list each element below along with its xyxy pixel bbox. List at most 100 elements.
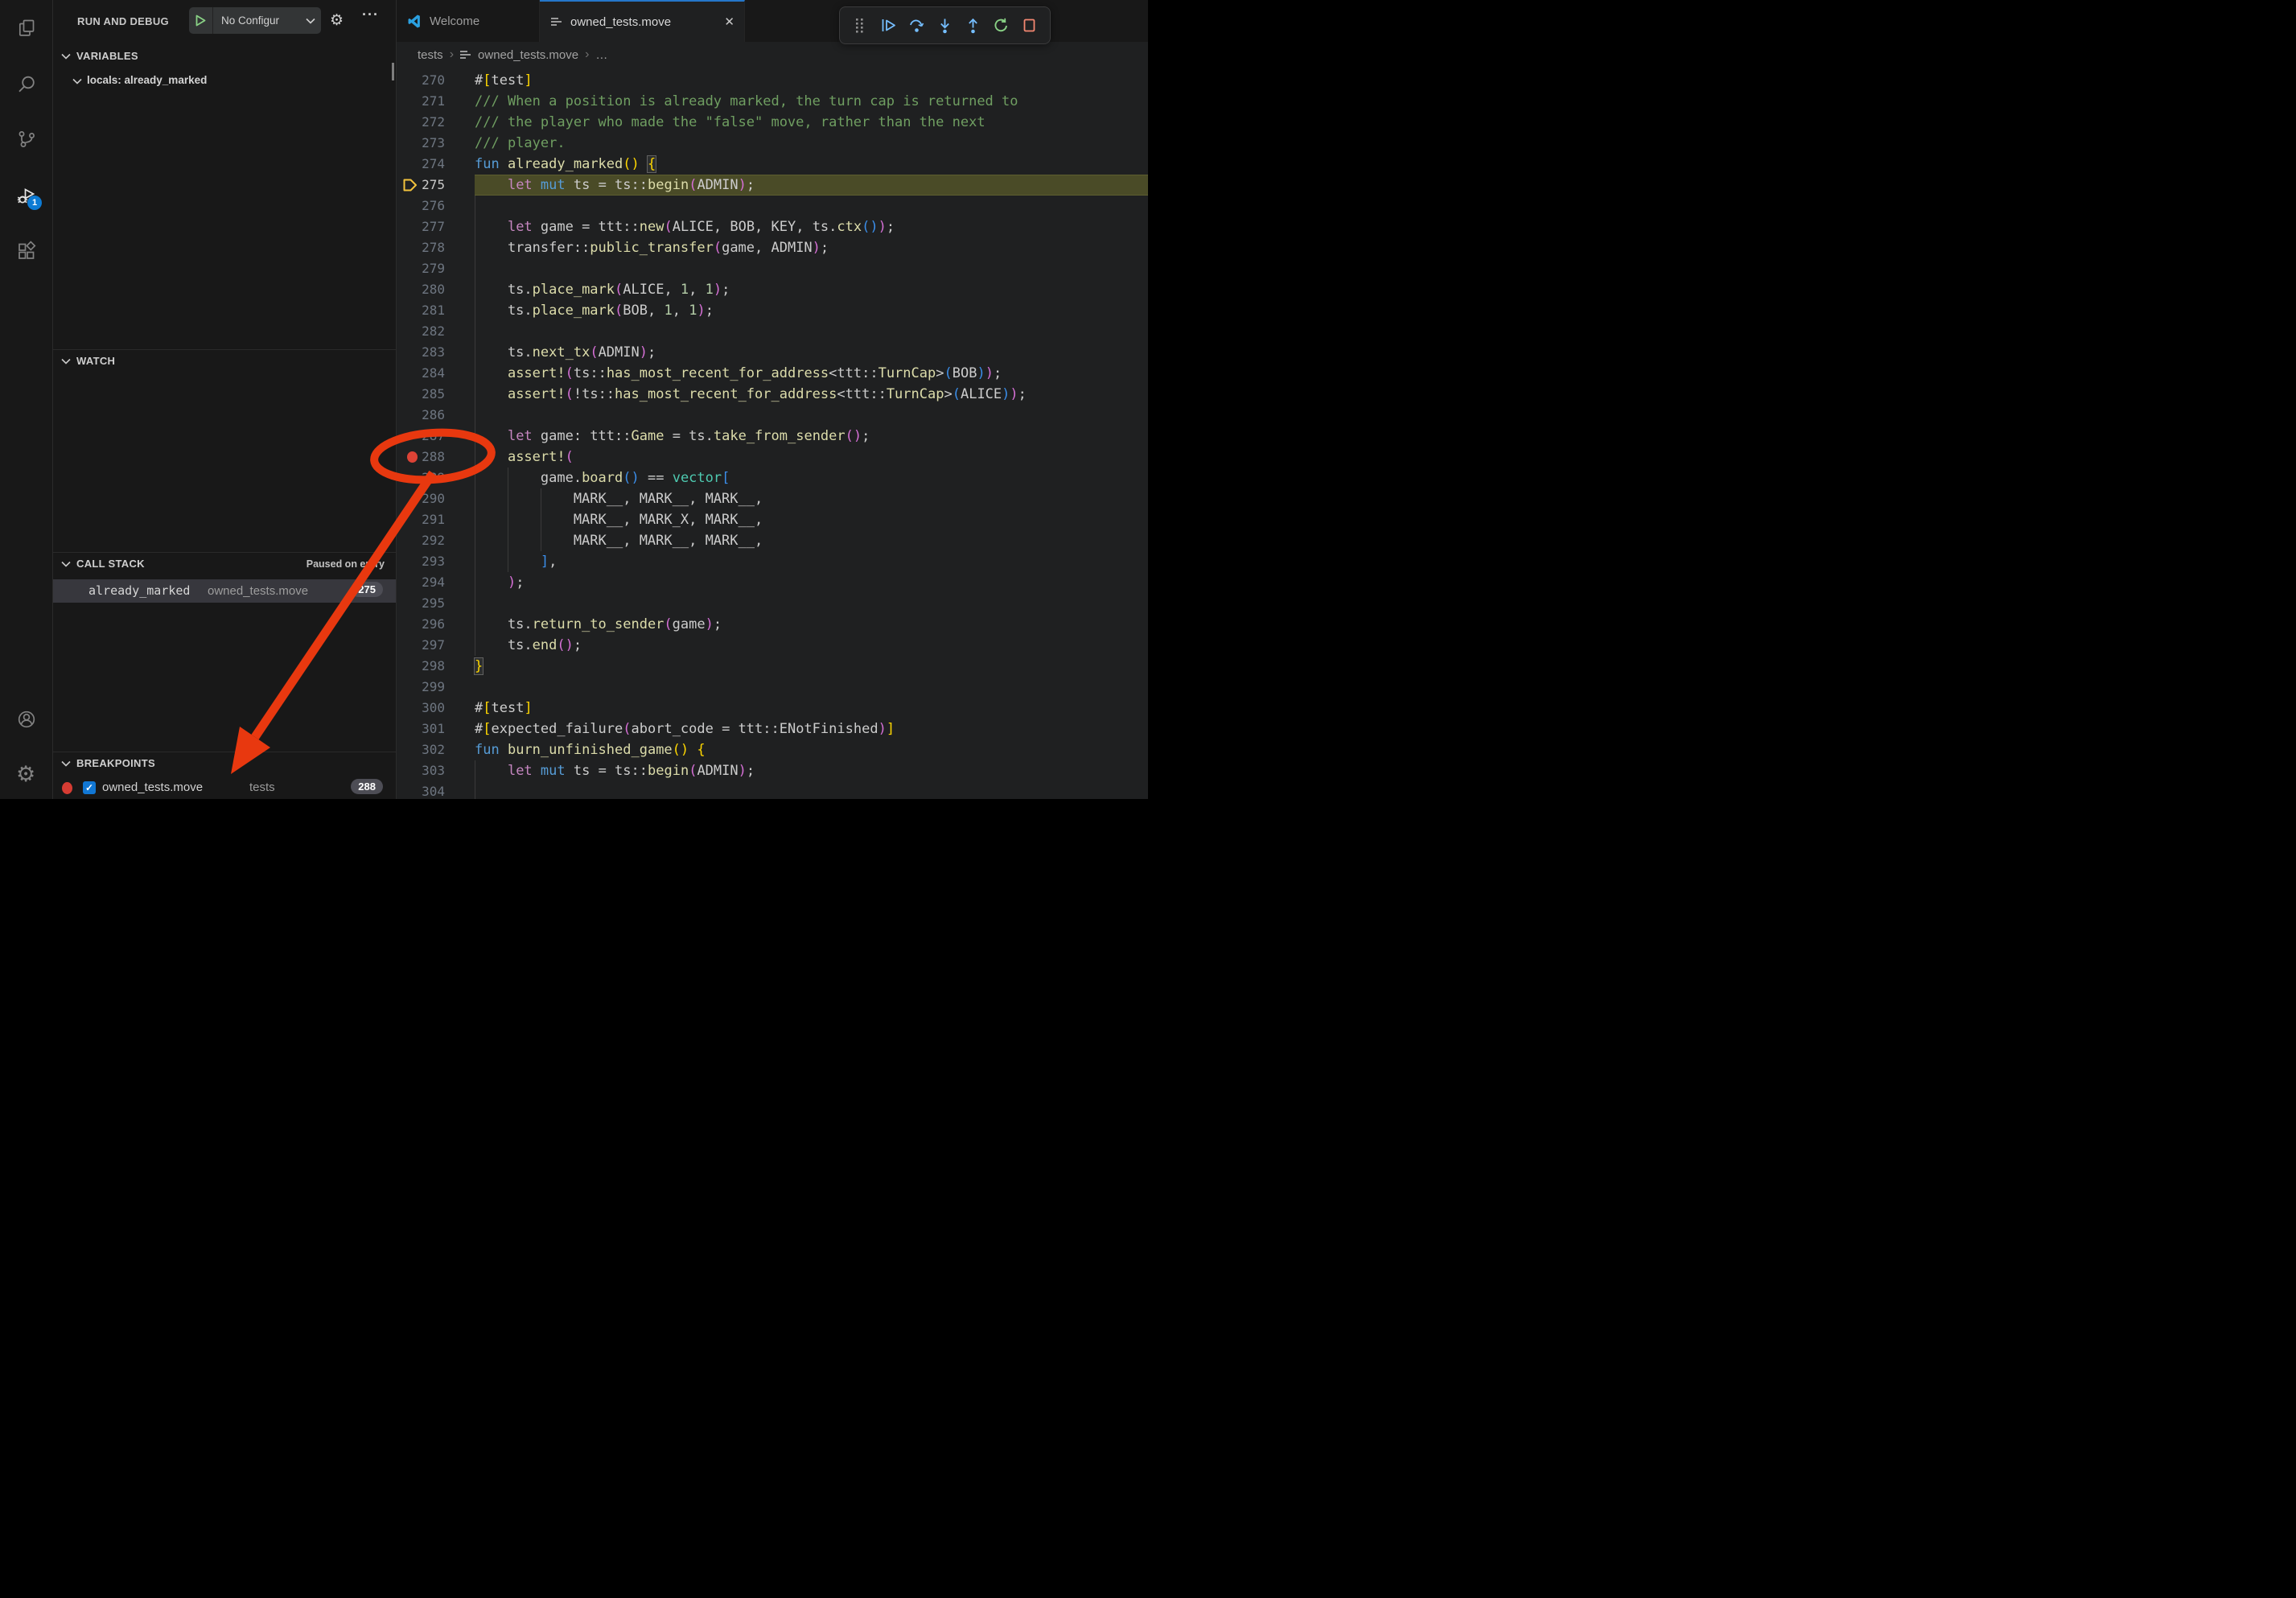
step-into-button[interactable] — [931, 10, 959, 42]
line-number[interactable]: 299 — [397, 677, 475, 698]
code-line-text: ts.next_tx(ADMIN); — [475, 342, 1148, 363]
line-number[interactable]: 300 — [397, 698, 475, 719]
code-line-text — [475, 321, 1148, 342]
code-line: 287 let game: ttt::Game = ts.take_from_s… — [397, 426, 1148, 447]
variables-scope-row[interactable]: locals: already_marked — [53, 71, 396, 92]
code-line-text: ts.return_to_sender(game); — [475, 614, 1148, 635]
line-number[interactable]: 296 — [397, 614, 475, 635]
line-number[interactable]: 303 — [397, 760, 475, 781]
code-editor[interactable]: 270#[test]271/// When a position is alre… — [397, 68, 1148, 799]
line-number[interactable]: 285 — [397, 384, 475, 405]
breakpoint-row[interactable]: ✓ owned_tests.move tests 288 — [53, 777, 396, 799]
code-line-text — [475, 593, 1148, 614]
line-number[interactable]: 270 — [397, 70, 475, 91]
breadcrumb-item[interactable]: owned_tests.move — [478, 48, 578, 62]
breakpoint-dot-icon[interactable] — [407, 451, 418, 463]
line-number[interactable]: 297 — [397, 635, 475, 656]
stop-button[interactable] — [1015, 10, 1043, 42]
line-number[interactable]: 277 — [397, 216, 475, 237]
line-number[interactable]: 274 — [397, 154, 475, 175]
code-line: 290 MARK__, MARK__, MARK__, — [397, 488, 1148, 509]
editor-group: Welcome owned_tests.move ✕ tests › owned… — [397, 0, 1148, 799]
tab-owned-tests-move[interactable]: owned_tests.move ✕ — [540, 0, 745, 42]
step-over-button[interactable] — [903, 10, 931, 42]
breadcrumb-item[interactable]: … — [595, 48, 607, 62]
line-number[interactable]: 295 — [397, 593, 475, 614]
line-number[interactable]: 294 — [397, 572, 475, 593]
step-out-button[interactable] — [959, 10, 987, 42]
call-stack-frame-row[interactable]: already_marked owned_tests.move 275 — [53, 579, 396, 603]
line-number[interactable]: 271 — [397, 91, 475, 112]
chevron-down-icon — [72, 78, 82, 84]
debug-toolbar — [839, 6, 1051, 44]
launch-settings-gear-icon[interactable]: ⚙ — [330, 10, 344, 31]
source-control-icon[interactable] — [16, 129, 37, 150]
account-icon[interactable] — [16, 709, 37, 730]
code-line-text: MARK__, MARK__, MARK__, — [475, 488, 1148, 509]
watch-section-header[interactable]: WATCH — [53, 351, 396, 373]
line-number[interactable]: 287 — [397, 426, 475, 447]
line-number[interactable]: 286 — [397, 405, 475, 426]
variables-section-header[interactable]: VARIABLES — [53, 46, 396, 68]
close-tab-icon[interactable]: ✕ — [724, 14, 734, 29]
code-line-text — [475, 781, 1148, 799]
line-number[interactable]: 293 — [397, 551, 475, 572]
code-line-text: MARK__, MARK_X, MARK__, — [475, 509, 1148, 530]
code-line-text: transfer::public_transfer(game, ADMIN); — [475, 237, 1148, 258]
code-line: 270#[test] — [397, 70, 1148, 91]
breadcrumb: tests › owned_tests.move › … — [397, 42, 1148, 68]
line-number[interactable]: 278 — [397, 237, 475, 258]
code-line: 301#[expected_failure(abort_code = ttt::… — [397, 719, 1148, 739]
chevron-right-icon: › — [450, 47, 454, 62]
line-number[interactable]: 279 — [397, 258, 475, 279]
continue-button[interactable] — [874, 10, 903, 42]
code-line-text: game.board() == vector[ — [475, 467, 1148, 488]
line-number[interactable]: 302 — [397, 739, 475, 760]
settings-gear-icon[interactable]: ⚙ — [16, 764, 37, 785]
line-number[interactable]: 301 — [397, 719, 475, 739]
breakpoint-checkbox[interactable]: ✓ — [83, 781, 96, 794]
breakpoints-section-header[interactable]: BREAKPOINTS — [53, 753, 396, 776]
restart-button[interactable] — [987, 10, 1015, 42]
line-number[interactable]: 275 — [397, 175, 475, 196]
line-number[interactable]: 280 — [397, 279, 475, 300]
start-debug-icon[interactable] — [189, 7, 213, 34]
code-line-text: fun burn_unfinished_game() { — [475, 739, 1148, 760]
line-number[interactable]: 282 — [397, 321, 475, 342]
line-number[interactable]: 283 — [397, 342, 475, 363]
line-number[interactable]: 289 — [397, 467, 475, 488]
code-line-text: let game: ttt::Game = ts.take_from_sende… — [475, 426, 1148, 447]
code-line: 294 ); — [397, 572, 1148, 593]
code-line-text: let game = ttt::new(ALICE, BOB, KEY, ts.… — [475, 216, 1148, 237]
explorer-icon[interactable] — [16, 18, 37, 39]
config-dropdown-label: No Configur — [213, 14, 306, 27]
code-line-text: ts.end(); — [475, 635, 1148, 656]
line-number[interactable]: 290 — [397, 488, 475, 509]
line-number[interactable]: 272 — [397, 112, 475, 133]
line-number[interactable]: 298 — [397, 656, 475, 677]
line-number[interactable]: 284 — [397, 363, 475, 384]
line-number[interactable]: 304 — [397, 781, 475, 799]
code-line-text: #[test] — [475, 698, 1148, 719]
breadcrumb-item[interactable]: tests — [418, 48, 443, 62]
more-actions-icon[interactable]: ··· — [362, 6, 379, 23]
code-line-text: /// player. — [475, 133, 1148, 154]
line-number[interactable]: 281 — [397, 300, 475, 321]
run-and-debug-icon[interactable]: 1 — [16, 186, 37, 207]
extensions-icon[interactable] — [16, 241, 37, 262]
code-line-text: assert!(ts::has_most_recent_for_address<… — [475, 363, 1148, 384]
line-number[interactable]: 292 — [397, 530, 475, 551]
line-number[interactable]: 291 — [397, 509, 475, 530]
debug-config-dropdown[interactable]: No Configur — [189, 7, 321, 34]
toolbar-drag-grip[interactable] — [846, 10, 874, 42]
search-icon[interactable] — [16, 74, 37, 95]
code-line: 276 — [397, 196, 1148, 216]
code-line-text: } — [475, 656, 1148, 677]
code-line-text: ); — [475, 572, 1148, 593]
call-stack-section-header[interactable]: CALL STACK Paused on entry — [53, 554, 396, 576]
sidebar-scrollbar[interactable] — [392, 63, 394, 80]
line-number[interactable]: 273 — [397, 133, 475, 154]
code-line: 285 assert!(!ts::has_most_recent_for_add… — [397, 384, 1148, 405]
line-number[interactable]: 276 — [397, 196, 475, 216]
tab-welcome[interactable]: Welcome — [397, 0, 540, 42]
